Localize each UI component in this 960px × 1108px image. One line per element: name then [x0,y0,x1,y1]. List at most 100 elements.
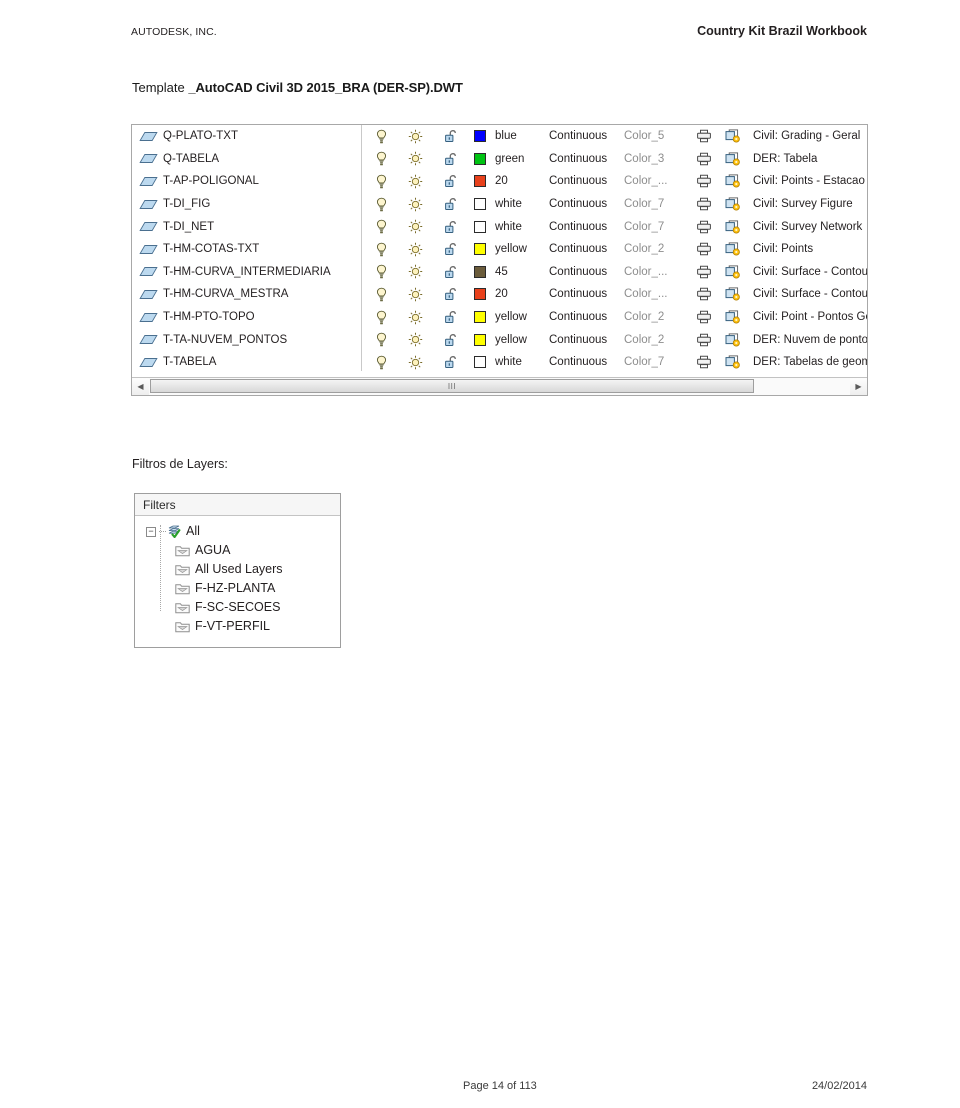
layer-color-swatch-cell[interactable] [469,220,490,233]
padlock-open-icon[interactable] [444,197,458,211]
layer-plot-cell[interactable] [688,333,719,347]
layer-on-cell[interactable] [365,129,398,144]
sun-thaw-icon[interactable] [408,287,423,302]
layer-color-name-cell[interactable]: white [490,356,549,368]
layer-description-cell[interactable]: Civil: Survey Network [746,221,867,233]
viewport-override-icon[interactable] [725,220,740,234]
layer-on-cell[interactable] [365,310,398,325]
layer-linetype-cell[interactable]: Continuous [549,288,624,300]
layer-lock-cell[interactable] [432,242,469,256]
layer-color-name-cell[interactable]: yellow [490,334,549,346]
layer-plot-cell[interactable] [688,129,719,143]
layer-plotstyle-cell[interactable]: Color_7 [624,221,688,233]
layer-vp-freeze-cell[interactable] [719,152,746,166]
layer-name-cell[interactable]: T-DI_NET [159,221,365,233]
layer-linetype-cell[interactable]: Continuous [549,130,624,142]
filter-node[interactable]: F-HZ-PLANTA [135,579,340,598]
sun-thaw-icon[interactable] [408,197,423,212]
lightbulb-on-icon[interactable] [375,151,388,166]
layer-color-swatch-cell[interactable] [469,243,490,256]
layer-plotstyle-cell[interactable]: Color_2 [624,334,688,346]
viewport-override-icon[interactable] [725,242,740,256]
sun-thaw-icon[interactable] [408,129,423,144]
layer-name-cell[interactable]: T-TA-NUVEM_PONTOS [159,334,365,346]
layer-vp-freeze-cell[interactable] [719,220,746,234]
lightbulb-on-icon[interactable] [375,332,388,347]
lightbulb-on-icon[interactable] [375,174,388,189]
lightbulb-on-icon[interactable] [375,287,388,302]
lightbulb-on-icon[interactable] [375,264,388,279]
layer-on-cell[interactable] [365,174,398,189]
layer-plotstyle-cell[interactable]: Color_7 [624,356,688,368]
layer-row[interactable]: T-TA-NUVEM_PONTOS yellow Continuous Color_2… [132,328,867,351]
printer-icon[interactable] [696,242,712,256]
lightbulb-on-icon[interactable] [375,219,388,234]
layer-linetype-cell[interactable]: Continuous [549,153,624,165]
color-swatch[interactable] [473,175,486,188]
layer-color-name-cell[interactable]: blue [490,130,549,142]
printer-icon[interactable] [696,174,712,188]
layer-name-cell[interactable]: T-HM-COTAS-TXT [159,243,365,255]
layer-name-cell[interactable]: T-HM-PTO-TOPO [159,311,365,323]
padlock-open-icon[interactable] [444,310,458,324]
layer-freeze-cell[interactable] [398,264,432,279]
printer-icon[interactable] [696,287,712,301]
layer-linetype-cell[interactable]: Continuous [549,311,624,323]
layer-color-name-cell[interactable]: green [490,153,549,165]
lightbulb-on-icon[interactable] [375,310,388,325]
layer-row[interactable]: T-HM-PTO-TOPO yellow Continuous Color_2 Civi… [132,306,867,329]
layer-color-swatch-cell[interactable] [469,198,490,211]
printer-icon[interactable] [696,265,712,279]
layer-freeze-cell[interactable] [398,151,432,166]
sun-thaw-icon[interactable] [408,151,423,166]
scrollbar-track[interactable]: III [149,378,850,395]
viewport-override-icon[interactable] [725,287,740,301]
scroll-right-arrow-icon[interactable]: ▶ [850,378,867,395]
filter-node[interactable]: AGUA [135,541,340,560]
layer-row[interactable]: T-DI_FIG white Continuous Color_7 Civil: Sur… [132,193,867,216]
filter-node[interactable]: F-SC-SECOES [135,598,340,617]
sun-thaw-icon[interactable] [408,355,423,370]
layer-row[interactable]: T-TABELA white Continuous Color_7 DER: Tabel… [132,351,867,371]
layer-description-cell[interactable]: DER: Nuvem de pontos [746,334,867,346]
padlock-open-icon[interactable] [444,129,458,143]
layer-lock-cell[interactable] [432,174,469,188]
printer-icon[interactable] [696,333,712,347]
layer-name-cell[interactable]: T-HM-CURVA_INTERMEDIARIA [159,266,365,278]
horizontal-scrollbar[interactable]: ◀ III ▶ [132,377,867,395]
layer-plotstyle-cell[interactable]: Color_5 [624,130,688,142]
color-swatch[interactable] [473,152,486,165]
layer-lock-cell[interactable] [432,152,469,166]
color-swatch[interactable] [473,220,486,233]
viewport-override-icon[interactable] [725,333,740,347]
sun-thaw-icon[interactable] [408,174,423,189]
viewport-override-icon[interactable] [725,152,740,166]
color-swatch[interactable] [473,243,486,256]
layer-color-swatch-cell[interactable] [469,333,490,346]
padlock-open-icon[interactable] [444,265,458,279]
viewport-override-icon[interactable] [725,174,740,188]
layer-freeze-cell[interactable] [398,332,432,347]
layer-on-cell[interactable] [365,242,398,257]
filter-node-all[interactable]: − All [135,522,340,541]
viewport-override-icon[interactable] [725,129,740,143]
layer-vp-freeze-cell[interactable] [719,287,746,301]
printer-icon[interactable] [696,355,712,369]
layer-properties-table[interactable]: Q-PLATO-TXT blue Continuous Color_5 Civil: G… [131,124,868,396]
layer-on-cell[interactable] [365,264,398,279]
layer-linetype-cell[interactable]: Continuous [549,175,624,187]
layer-on-cell[interactable] [365,355,398,370]
layer-color-name-cell[interactable]: white [490,198,549,210]
layer-name-cell[interactable]: T-HM-CURVA_MESTRA [159,288,365,300]
layer-description-cell[interactable]: DER: Tabela [746,153,867,165]
layer-vp-freeze-cell[interactable] [719,333,746,347]
printer-icon[interactable] [696,310,712,324]
layer-color-name-cell[interactable]: white [490,221,549,233]
layer-color-swatch-cell[interactable] [469,130,490,143]
layer-color-name-cell[interactable]: 20 [490,175,549,187]
filters-tree[interactable]: − All AGUA All Used Layers F-HZ-PLANTA F-SC… [135,516,340,636]
color-swatch[interactable] [473,130,486,143]
layer-plotstyle-cell[interactable]: Color_2 [624,243,688,255]
layer-description-cell[interactable]: Civil: Points [746,243,867,255]
layer-plot-cell[interactable] [688,152,719,166]
